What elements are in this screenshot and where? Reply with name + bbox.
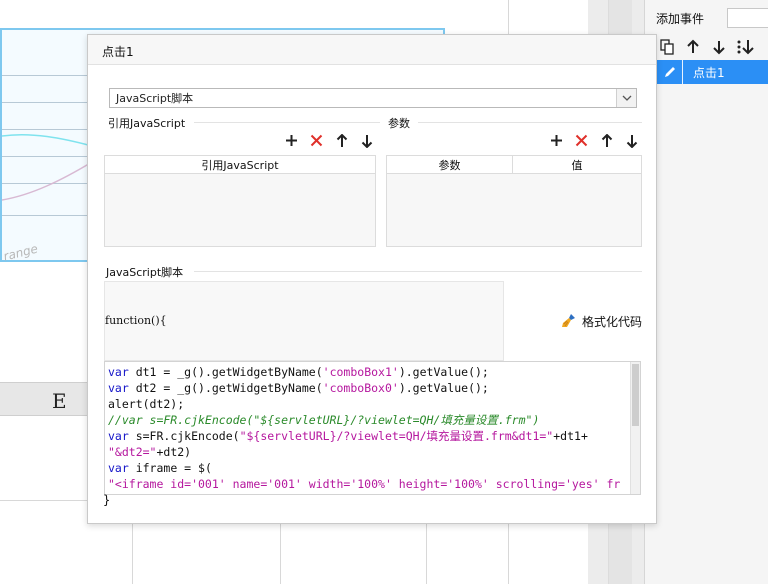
- column-header-param[interactable]: 参数: [387, 156, 513, 173]
- code-token: +dt2): [156, 445, 192, 459]
- code-line: var iframe = $(: [108, 460, 630, 476]
- table-header: 参数 值: [387, 156, 641, 174]
- code-token: var: [108, 365, 129, 379]
- code-content[interactable]: var dt1 = _g().getWidgetByName('comboBox…: [108, 364, 630, 494]
- column-letter: E: [52, 389, 67, 413]
- code-line: alert(dt2);: [108, 396, 630, 412]
- scrollbar-thumb[interactable]: [632, 364, 639, 426]
- script-label: JavaScript脚本: [106, 266, 184, 279]
- function-signature: function(){: [105, 314, 167, 327]
- code-token: var: [108, 461, 129, 475]
- code-token: ameborder='0'>");: [108, 493, 226, 494]
- code-line: ameborder='0'>");: [108, 492, 630, 494]
- table-header: 引用JavaScript: [105, 156, 375, 174]
- section-divider: [418, 122, 642, 123]
- chart-curves: [2, 133, 92, 201]
- event-type-input[interactable]: [727, 8, 768, 28]
- section-divider: [194, 271, 642, 272]
- broom-icon: [562, 314, 575, 327]
- column-header-ref-js[interactable]: 引用JavaScript: [105, 156, 375, 173]
- ref-js-table[interactable]: 引用JavaScript: [104, 155, 376, 247]
- event-type-select[interactable]: JavaScript脚本: [109, 88, 637, 108]
- arrow-down-icon[interactable]: [359, 133, 374, 148]
- add-icon[interactable]: [549, 133, 564, 148]
- code-line: var dt2 = _g().getWidgetByName('comboBox…: [108, 380, 630, 396]
- move-down-icon[interactable]: [735, 37, 755, 57]
- dialog-titlebar: 点击1: [88, 35, 656, 65]
- add-icon[interactable]: [284, 133, 299, 148]
- code-token: "${servletURL}/?viewlet=QH/填充量设置.frm&dt1…: [239, 429, 554, 443]
- code-token: ).getValue();: [398, 381, 489, 395]
- add-event-label: 添加事件: [656, 12, 705, 26]
- event-dialog: 点击1 JavaScript脚本 引用JavaScript 引用JavaScri…: [87, 34, 657, 524]
- code-token: 'comboBox1': [322, 365, 399, 379]
- code-token: var: [108, 381, 129, 395]
- code-token: "&dt2=": [108, 445, 157, 459]
- column-header-value[interactable]: 值: [513, 156, 641, 173]
- code-token: s=FR.cjkEncode(: [128, 429, 240, 443]
- code-scrollbar[interactable]: [630, 362, 640, 494]
- format-code-button[interactable]: 格式化代码: [560, 312, 642, 330]
- code-token: dt1 = _g().getWidgetByName(: [128, 365, 323, 379]
- code-token: //var s=FR.cjkEncode("${servletURL}/?vie…: [108, 413, 540, 427]
- code-token: +dt1+: [553, 429, 588, 443]
- event-panel: 添加事件 点击1: [644, 0, 768, 584]
- code-token: alert(dt2);: [108, 397, 185, 411]
- arrow-down-icon[interactable]: [709, 37, 729, 57]
- code-line: "<iframe id='001' name='001' width='100%…: [108, 476, 630, 492]
- event-item-label: 点击1: [693, 65, 725, 80]
- arrow-up-icon[interactable]: [683, 37, 703, 57]
- arrow-up-icon[interactable]: [334, 133, 349, 148]
- code-token: iframe = $(: [128, 461, 212, 475]
- pencil-icon[interactable]: [657, 60, 683, 84]
- params-table[interactable]: 参数 值: [386, 155, 642, 247]
- dialog-title: 点击1: [102, 45, 134, 59]
- function-closing-brace: }: [103, 493, 111, 507]
- code-token: ).getValue();: [398, 365, 489, 379]
- arrow-up-icon[interactable]: [599, 133, 614, 148]
- params-toolbar: [549, 133, 639, 148]
- code-token: dt2 = _g().getWidgetByName(: [128, 381, 323, 395]
- function-signature-box: function(){: [104, 281, 504, 361]
- code-token: var: [108, 429, 129, 443]
- section-divider: [194, 122, 380, 123]
- chevron-down-icon[interactable]: [616, 89, 636, 107]
- ref-js-toolbar: [284, 133, 374, 148]
- delete-icon[interactable]: [309, 133, 324, 148]
- copy-icon[interactable]: [657, 37, 677, 57]
- delete-icon[interactable]: [574, 133, 589, 148]
- code-line: var dt1 = _g().getWidgetByName('comboBox…: [108, 364, 630, 380]
- arrow-down-icon[interactable]: [624, 133, 639, 148]
- code-token: "<iframe id='001' name='001' width='100%…: [108, 477, 621, 491]
- format-code-label: 格式化代码: [582, 314, 643, 329]
- event-item-selected[interactable]: 点击1: [657, 60, 768, 84]
- code-line: "&dt2="+dt2): [108, 444, 630, 460]
- code-line: //var s=FR.cjkEncode("${servletURL}/?vie…: [108, 412, 630, 428]
- event-type-value: JavaScript脚本: [116, 92, 194, 105]
- params-label: 参数: [388, 117, 410, 130]
- event-toolbar: [657, 36, 755, 58]
- code-editor[interactable]: var dt1 = _g().getWidgetByName('comboBox…: [104, 361, 641, 495]
- ref-js-label: 引用JavaScript: [108, 117, 186, 130]
- code-token: 'comboBox0': [322, 381, 399, 395]
- code-line: var s=FR.cjkEncode("${servletURL}/?viewl…: [108, 428, 630, 444]
